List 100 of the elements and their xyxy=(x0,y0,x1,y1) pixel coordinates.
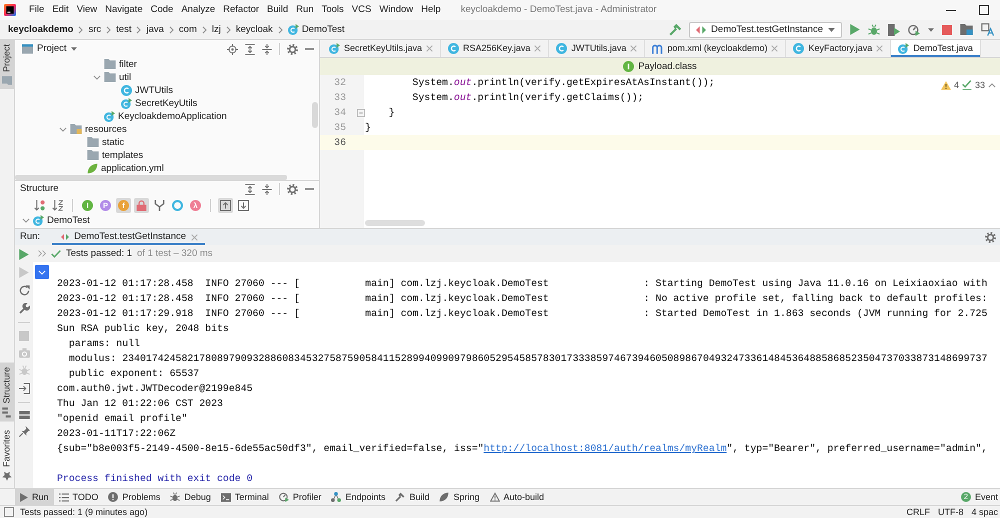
bars-icon[interactable] xyxy=(18,411,30,419)
menu-item[interactable]: File xyxy=(25,4,48,16)
breadcrumb-item[interactable]: lzj xyxy=(212,24,221,36)
tool-window-button[interactable]: Spring xyxy=(434,489,484,505)
chevron-up-icon[interactable] xyxy=(988,82,996,88)
fold-marker-icon[interactable] xyxy=(356,108,364,116)
breadcrumb-item[interactable]: com xyxy=(178,24,197,36)
toggle-button[interactable] xyxy=(236,198,251,213)
menu-item[interactable]: Run xyxy=(292,4,318,16)
tool-window-button[interactable]: Terminal xyxy=(216,489,274,505)
editor-tab[interactable]: RSA256Key.java xyxy=(441,40,550,57)
close-icon[interactable] xyxy=(771,45,778,52)
breadcrumb-item[interactable]: keycloak xyxy=(236,24,273,36)
menu-item[interactable]: Analyze xyxy=(177,4,220,16)
collapse-all-icon[interactable] xyxy=(262,44,272,54)
menu-item[interactable]: View xyxy=(72,4,102,16)
settings-icon[interactable] xyxy=(985,232,996,242)
side-tab[interactable]: Project xyxy=(0,40,14,90)
tree-item[interactable]: util xyxy=(104,72,132,84)
breadcrumb-item[interactable]: DemoTest xyxy=(288,24,345,36)
document-play-icon[interactable] xyxy=(888,24,900,36)
tool-window-button[interactable]: Problems xyxy=(103,489,166,505)
toggle-button[interactable] xyxy=(152,198,167,213)
menu-item[interactable]: Tools xyxy=(318,4,348,16)
chevron-down-icon[interactable] xyxy=(59,127,67,132)
tree-item[interactable]: static xyxy=(87,136,124,148)
editor-tab[interactable]: pom.xml (keycloakdemo) xyxy=(645,40,786,57)
square-icon[interactable] xyxy=(4,507,14,517)
pin-icon[interactable] xyxy=(18,426,30,437)
view-dropdown[interactable]: Project xyxy=(22,43,77,55)
status-item[interactable]: CRLF xyxy=(906,506,930,518)
folder-icon[interactable] xyxy=(960,24,973,35)
settings-icon[interactable] xyxy=(287,44,298,54)
toggle-button[interactable] xyxy=(170,198,185,213)
translate-icon[interactable] xyxy=(981,23,994,36)
side-tab[interactable]: Favorites xyxy=(0,426,14,485)
refresh-icon[interactable] xyxy=(18,285,30,296)
caret-down-icon[interactable] xyxy=(928,28,934,32)
menu-item[interactable]: Refactor xyxy=(219,4,264,16)
gauge-icon[interactable] xyxy=(908,24,920,36)
run-config-dropdown[interactable]: DemoTest.testGetInstance xyxy=(689,22,842,38)
breadcrumb-item[interactable]: java xyxy=(146,24,164,36)
breadcrumb-item[interactable]: keycloakdemo xyxy=(8,24,74,36)
arrow-into-box-icon[interactable] xyxy=(18,383,30,394)
tree-item[interactable]: templates xyxy=(87,150,144,162)
toggle-button[interactable] xyxy=(32,198,47,213)
run-tab[interactable]: DemoTest.testGetInstance xyxy=(52,229,206,245)
menu-item[interactable]: Window xyxy=(375,4,418,16)
toggle-button[interactable] xyxy=(50,198,65,213)
tree-item[interactable]: DemoTest xyxy=(33,214,90,226)
tool-window-button[interactable]: Run xyxy=(15,489,54,505)
close-icon[interactable] xyxy=(630,45,638,52)
menu-item[interactable]: VCS xyxy=(348,4,376,16)
tree-item[interactable]: KeycloakdemoApplication xyxy=(104,110,227,122)
editor-tab[interactable]: DemoTest.java xyxy=(891,40,981,57)
menu-item[interactable]: Help xyxy=(417,4,445,16)
play-icon[interactable] xyxy=(19,249,29,260)
tree-item[interactable]: application.yml xyxy=(87,162,164,174)
collapse-all-icon[interactable] xyxy=(262,184,272,194)
menu-item[interactable]: Code xyxy=(146,4,178,16)
tool-window-button[interactable]: Build xyxy=(390,489,434,505)
breadcrumb-item[interactable]: src xyxy=(88,24,102,36)
vertical-scrollbar[interactable] xyxy=(312,102,318,128)
locate-icon[interactable] xyxy=(227,44,238,54)
hammer-icon[interactable] xyxy=(669,23,682,36)
tree-item[interactable]: filter xyxy=(104,58,137,70)
tool-window-button[interactable]: TODO xyxy=(54,489,104,505)
stop-icon[interactable] xyxy=(942,24,952,34)
chevron-down-icon[interactable] xyxy=(93,75,101,80)
close-icon[interactable] xyxy=(876,45,884,52)
status-item[interactable]: 4 spac xyxy=(971,506,998,518)
tree-item[interactable]: JWTUtils xyxy=(121,84,173,96)
menu-item[interactable]: Navigate xyxy=(101,4,147,16)
play-icon[interactable] xyxy=(850,24,860,35)
expand-all-icon[interactable] xyxy=(245,44,255,54)
tree-item[interactable]: SecretKeyUtils xyxy=(121,98,198,110)
close-icon[interactable] xyxy=(534,45,542,52)
side-tab[interactable]: Structure xyxy=(0,363,14,422)
settings-icon[interactable] xyxy=(287,184,298,194)
toggle-button[interactable] xyxy=(35,265,49,279)
bug-icon[interactable] xyxy=(868,24,880,36)
editor-tab[interactable]: SecretKeyUtils.java xyxy=(322,40,442,57)
menu-item[interactable]: Build xyxy=(263,4,292,16)
close-icon[interactable] xyxy=(191,234,198,240)
expand-all-icon[interactable] xyxy=(245,184,255,194)
toggle-button[interactable] xyxy=(134,198,149,213)
breadcrumb-item[interactable]: test xyxy=(116,24,132,36)
wrench-icon[interactable] xyxy=(18,303,30,314)
menu-item[interactable]: Edit xyxy=(48,4,73,16)
chevron-down-icon[interactable] xyxy=(22,218,30,223)
status-item[interactable]: UTF-8 xyxy=(938,506,964,518)
tool-window-button[interactable]: Debug xyxy=(165,489,216,505)
editor-tab[interactable]: JWTUtils.java xyxy=(549,40,646,57)
horizontal-scrollbar[interactable] xyxy=(15,175,287,180)
maximize-icon[interactable] xyxy=(979,5,989,15)
tree-item[interactable]: resources xyxy=(70,124,127,136)
horizontal-scrollbar[interactable] xyxy=(365,220,425,226)
double-chevron-icon[interactable] xyxy=(38,250,46,257)
toggle-button[interactable] xyxy=(218,198,233,213)
tool-window-button[interactable]: Auto-build xyxy=(484,489,550,505)
